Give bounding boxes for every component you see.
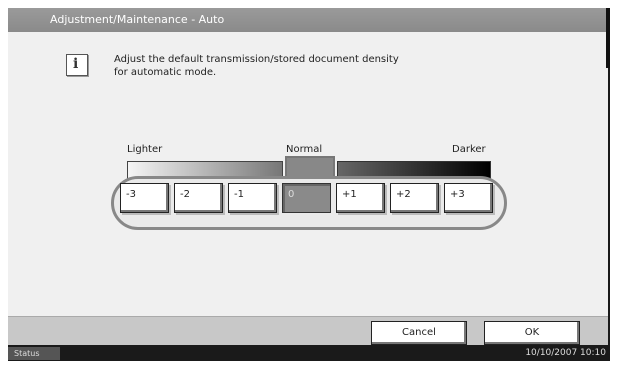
status-bar: Status 10/10/2007 10:10 [8, 346, 610, 361]
density-level-button[interactable]: -2 [174, 183, 223, 213]
main-panel: Adjustment/Maintenance - Auto Adjust the… [8, 8, 610, 345]
density-level-button[interactable]: +2 [390, 183, 439, 213]
density-level-button[interactable]: -3 [120, 183, 169, 213]
instruction-message: Adjust the default transmission/stored d… [114, 54, 399, 78]
window-edge [606, 8, 610, 68]
cancel-button[interactable]: Cancel [371, 321, 467, 345]
date-time: 10/10/2007 10:10 [525, 348, 606, 358]
density-level-button[interactable]: +1 [336, 183, 385, 213]
darker-label: Darker [452, 144, 486, 155]
page-title: Adjustment/Maintenance - Auto [50, 13, 225, 26]
lighter-label: Lighter [127, 144, 163, 155]
density-level-button[interactable]: -1 [228, 183, 277, 213]
density-level-button[interactable]: +3 [444, 183, 493, 213]
info-icon [66, 54, 88, 76]
status-button[interactable]: Status [8, 347, 60, 360]
density-level-button[interactable]: 0 [282, 183, 331, 213]
title-bar: Adjustment/Maintenance - Auto [8, 8, 608, 32]
device-screen: Adjustment/Maintenance - Auto Adjust the… [8, 8, 610, 361]
normal-label: Normal [286, 144, 323, 155]
density-selector: -3 -2 -1 0 +1 +2 +3 [120, 183, 498, 213]
ok-button[interactable]: OK [484, 321, 580, 345]
